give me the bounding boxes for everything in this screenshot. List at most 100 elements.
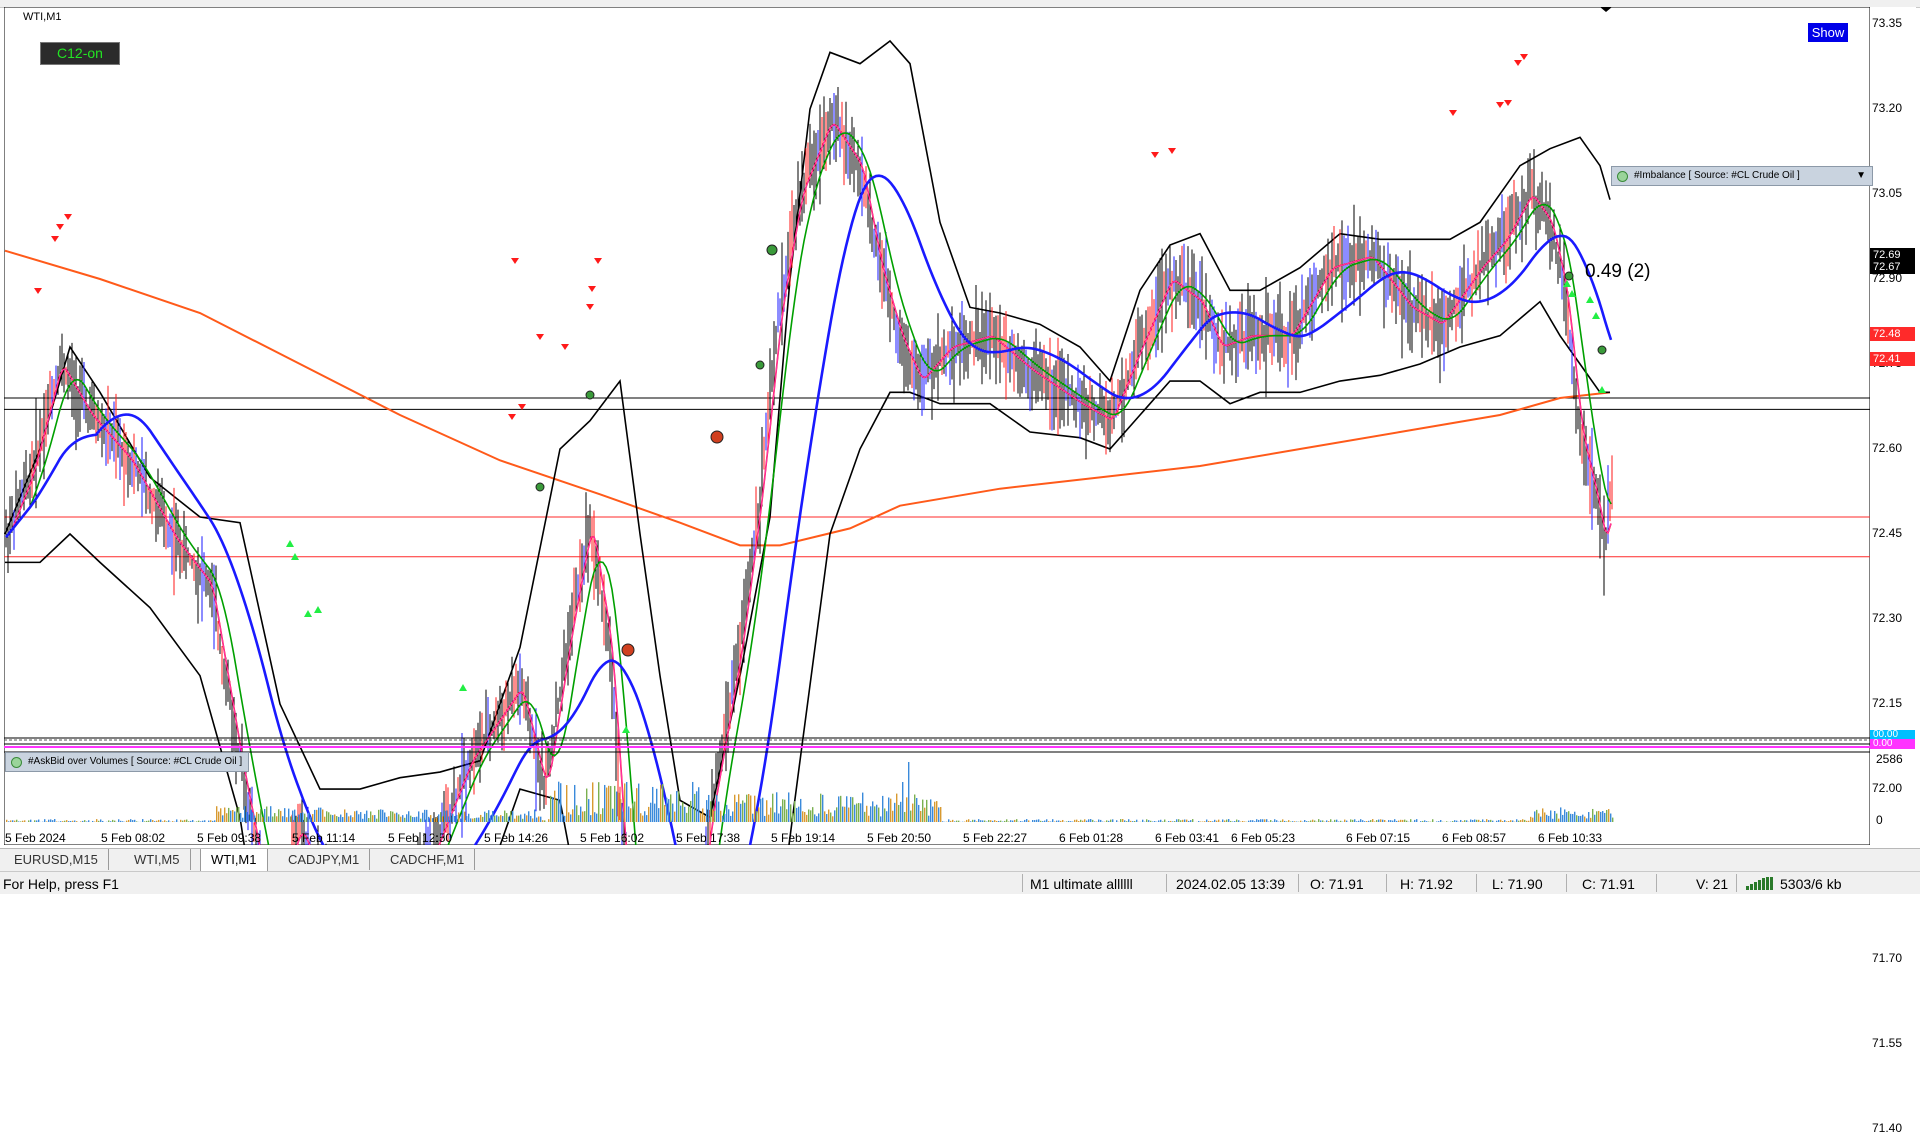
volume-bar: [220, 808, 221, 822]
volume-bar: [1460, 820, 1461, 822]
volume-bar: [894, 803, 895, 822]
volume-bar: [456, 815, 457, 822]
volume-bar: [36, 820, 37, 822]
tab-cadjpy-m1[interactable]: CADJPY,M1: [278, 849, 370, 870]
volume-bar: [272, 817, 273, 822]
tab-eurusd-m15[interactable]: EURUSD,M15: [4, 849, 109, 870]
volume-bar: [8, 821, 9, 822]
dropdown-arrow-icon[interactable]: ▼: [1856, 167, 1866, 185]
volume-bar: [1058, 820, 1059, 822]
volume-bar: [508, 817, 509, 822]
volume-bar: [1502, 821, 1503, 822]
volume-bar: [1028, 820, 1029, 822]
tab-wti-m5[interactable]: WTI,M5: [124, 849, 191, 870]
volume-bar: [1440, 820, 1441, 822]
volume-bar: [698, 787, 699, 822]
volume-bar: [1370, 820, 1371, 822]
volume-bar: [824, 811, 825, 822]
volume-bar: [782, 799, 783, 822]
volume-bar: [640, 813, 641, 822]
volume-bar: [1590, 818, 1591, 822]
volume-bar: [874, 806, 875, 822]
volume-bar: [1198, 821, 1199, 822]
volume-bar: [1238, 820, 1239, 822]
volume-bar: [1378, 820, 1379, 822]
volume-bar: [1536, 810, 1537, 822]
volume-bar: [224, 808, 225, 822]
volume-bar: [1598, 811, 1599, 822]
chart-window[interactable]: [4, 7, 1916, 845]
volume-bar: [570, 814, 571, 822]
volume-bar: [1006, 819, 1007, 822]
volume-bar: [1290, 821, 1291, 822]
price-chart-canvas[interactable]: [4, 7, 1870, 845]
volume-bar: [276, 816, 277, 822]
volume-bar: [636, 788, 637, 822]
volume-bar: [1022, 821, 1023, 822]
volume-bar: [618, 793, 619, 822]
time-tick-label: 6 Feb 10:33: [1538, 831, 1602, 845]
volume-bar: [882, 796, 883, 822]
volume-bar: [1038, 819, 1039, 822]
volume-bar: [352, 817, 353, 822]
volume-bar: [394, 814, 395, 822]
volume-bar: [1474, 819, 1475, 822]
volume-bar: [430, 815, 431, 822]
volume-bar: [1320, 820, 1321, 822]
volume-bar: [592, 782, 593, 822]
volume-bar: [478, 818, 479, 822]
volume-bar: [662, 784, 663, 822]
askbid-indicator-label[interactable]: #AskBid over Volumes [ Source: #CL Crude…: [5, 752, 249, 772]
volume-bar: [798, 807, 799, 822]
c12-toggle-button[interactable]: C12-on: [40, 42, 120, 65]
time-tick-label: 5 Feb 14:26: [484, 831, 548, 845]
volume-bar: [448, 816, 449, 822]
volume-bar: [724, 814, 725, 822]
imbalance-indicator-label[interactable]: #Imbalance [ Source: #CL Crude Oil ] ▼: [1611, 166, 1873, 186]
volume-bar: [1110, 820, 1111, 822]
volume-bar: [132, 820, 133, 822]
volume-bar: [290, 816, 291, 822]
volume-bar: [208, 821, 209, 822]
volume-bar: [1416, 819, 1417, 822]
volume-bar: [1222, 819, 1223, 822]
volume-bar: [1594, 815, 1595, 822]
volume-bar: [1040, 821, 1041, 822]
time-tick-label: 5 Feb 20:50: [867, 831, 931, 845]
volume-bar: [646, 815, 647, 822]
profile-name[interactable]: M1 ultimate allllll: [1030, 876, 1133, 892]
volume-bar: [1352, 820, 1353, 822]
price-scale[interactable]: 73.3573.2073.0572.9072.7572.6072.4572.30…: [1868, 0, 1920, 852]
volume-bar: [1062, 820, 1063, 822]
volume-bar: [652, 787, 653, 822]
show-button[interactable]: Show: [1808, 23, 1848, 42]
tab-wti-m1[interactable]: WTI,M1: [200, 849, 268, 871]
volume-bar: [1132, 821, 1133, 822]
volume-bar: [1486, 819, 1487, 822]
volume-bar: [506, 813, 507, 822]
volume-bar: [852, 797, 853, 822]
volume-bar: [74, 820, 75, 822]
tab-cadchf-m1[interactable]: CADCHF,M1: [380, 849, 475, 870]
volume-bar: [1188, 821, 1189, 822]
volume-bar: [1504, 820, 1505, 822]
volume-bar: [1044, 821, 1045, 822]
volume-bar: [594, 812, 595, 822]
volume-bar: [1226, 820, 1227, 822]
volume-bar: [1262, 819, 1263, 822]
volume-bar: [896, 794, 897, 822]
volume-bar: [768, 815, 769, 822]
volume-bar: [1334, 820, 1335, 822]
volume-bar: [1046, 819, 1047, 822]
volume-bar: [212, 821, 213, 822]
volume-bar: [14, 821, 15, 822]
volume-bar: [916, 798, 917, 822]
volume-bar: [586, 789, 587, 822]
volume-bar: [50, 819, 51, 822]
volume-bar: [626, 782, 627, 822]
volume-bar: [1012, 821, 1013, 822]
bar-low: L: 71.90: [1492, 876, 1543, 892]
volume-bar: [808, 809, 809, 822]
volume-bar: [566, 785, 567, 822]
volume-bar: [280, 811, 281, 822]
